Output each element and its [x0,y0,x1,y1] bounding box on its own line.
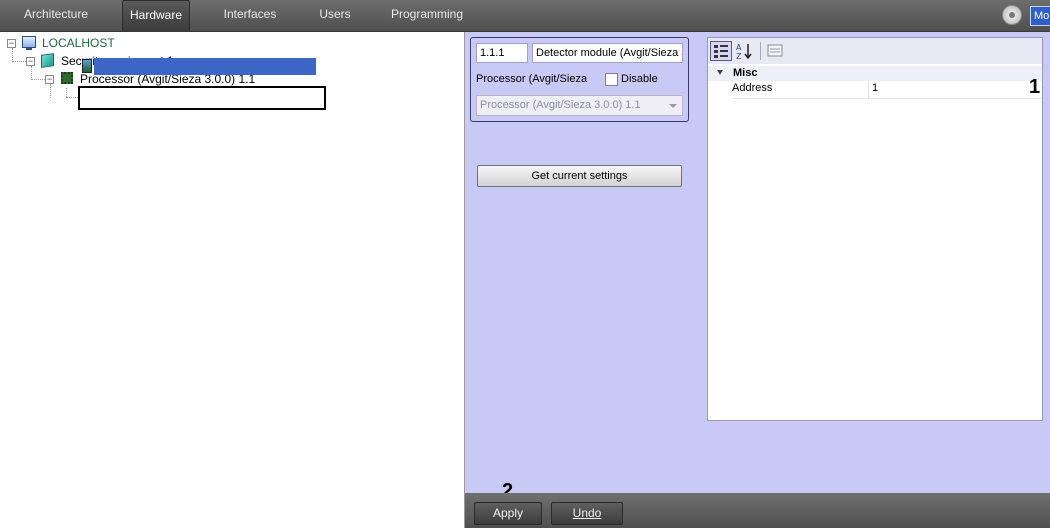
tree-connector [66,97,78,98]
disable-label: Disable [621,73,658,85]
property-value[interactable]: 1 [872,82,878,94]
tab-interfaces[interactable]: Interfaces [214,0,286,31]
column-divider [868,81,869,98]
get-current-settings-button[interactable]: Get current settings [477,165,682,187]
settings-gear-icon[interactable] [1002,5,1022,25]
callout-1: 1 [1029,76,1041,98]
tree-connector [66,88,67,97]
collapse-localhost-icon[interactable]: − [7,39,16,48]
computer-icon [22,36,36,50]
collapse-security-icon[interactable]: − [26,57,35,66]
property-row-address[interactable]: Address 1 [708,81,1042,98]
categorized-view-icon[interactable] [710,41,732,61]
svg-text:Z: Z [736,52,742,60]
top-tab-bar: Architecture Hardware Interfaces Users P… [0,0,1050,32]
property-pages-icon[interactable] [764,41,786,61]
address-field[interactable]: 1.1.1 [476,43,528,63]
mode-button[interactable]: Mo [1030,6,1050,26]
selection-outline [78,86,326,110]
disable-checkbox[interactable] [605,73,618,86]
tree-connector [12,48,13,62]
tree-connector [31,66,32,80]
detector-module-icon [82,59,92,73]
selection-highlight [94,58,316,75]
tab-programming[interactable]: Programming [386,0,468,31]
undo-button[interactable]: Undo [551,502,623,525]
security-equipment-icon [41,53,54,68]
parent-combo[interactable]: Processor (Avgit/Sieza 3.0.0) 1.1 [476,95,683,116]
chevron-down-icon [669,104,677,108]
tree-node-localhost[interactable]: LOCALHOST [42,36,115,50]
tab-architecture[interactable]: Architecture [14,0,98,31]
tab-hardware[interactable]: Hardware [122,0,190,31]
tab-users[interactable]: Users [309,0,361,31]
parent-combo-value: Processor (Avgit/Sieza 3.0.0) 1.1 [480,99,641,111]
processor-chip-icon [61,72,73,84]
parent-label: Processor (Avgit/Sieza [476,73,588,85]
row-separator [732,98,1042,99]
toolbar-divider [760,42,761,60]
apply-button[interactable]: Apply [474,502,542,525]
category-misc[interactable]: Misc [708,66,1042,81]
name-field[interactable]: Detector module (Avgit/Sieza 3.0.0) 1.1.… [532,43,683,63]
property-grid-toolbar: A Z [708,38,1042,64]
collapse-processor-icon[interactable]: − [45,75,54,84]
tree-connector [50,84,51,98]
property-name: Address [732,82,773,94]
collapse-triangle-icon[interactable] [717,70,723,75]
alphabetical-sort-icon[interactable]: A Z [734,41,756,61]
property-grid: A Z Misc Address 1 [707,37,1043,421]
svg-text:A: A [736,43,742,52]
